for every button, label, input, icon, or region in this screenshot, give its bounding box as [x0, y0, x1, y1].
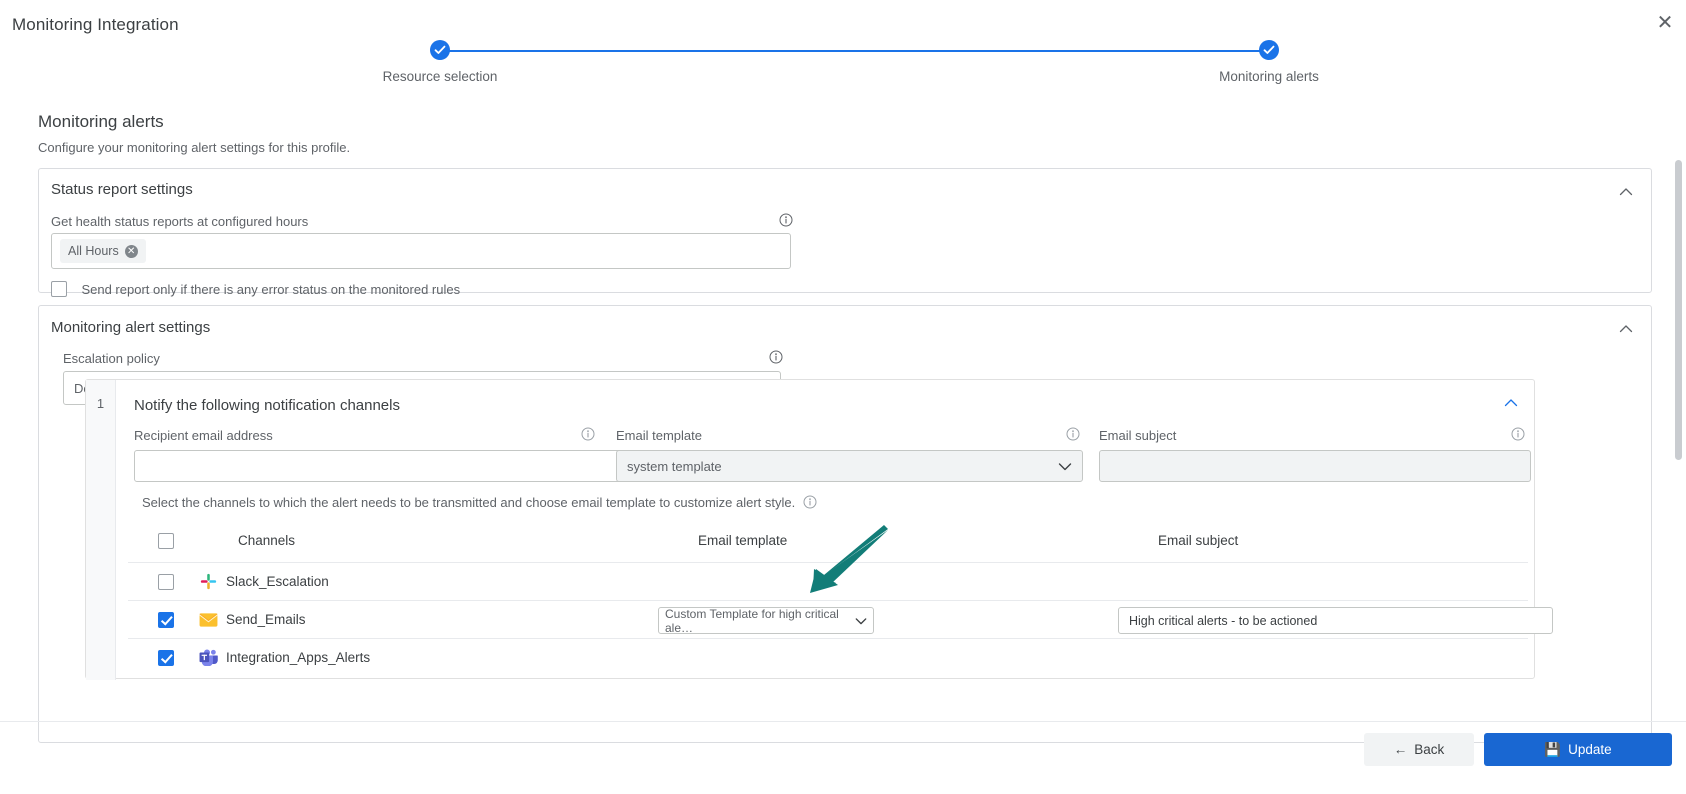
configured-hours-input[interactable]: All Hours ✕ [51, 233, 791, 269]
footer-divider [0, 721, 1686, 722]
configured-hours-label: Get health status reports at configured … [51, 214, 309, 229]
row-checkbox[interactable] [158, 612, 174, 628]
row-checkbox[interactable] [158, 650, 174, 666]
status-report-settings-card: Status report settings Get health status… [38, 168, 1652, 297]
wizard-stepper: Resource selection Monitoring alerts [0, 40, 1686, 90]
column-header-channels: Channels [238, 533, 296, 548]
escalation-policy-label: Escalation policy [63, 351, 160, 366]
info-icon[interactable] [1511, 427, 1525, 441]
hours-chip-label: All Hours [68, 244, 119, 258]
chevron-down-icon [1058, 463, 1072, 471]
info-icon[interactable] [581, 427, 595, 441]
table-row[interactable]: Integration_Apps_Alerts [128, 638, 1528, 676]
row-checkbox[interactable] [158, 574, 174, 590]
error-only-checkbox-row[interactable]: Send report only if there is any error s… [51, 281, 460, 299]
hours-chip: All Hours ✕ [60, 239, 146, 263]
save-icon: 💾 [1544, 741, 1562, 757]
update-button[interactable]: 💾 Update [1484, 733, 1672, 766]
error-only-checkbox[interactable] [51, 281, 67, 297]
step-complete-check-icon [430, 40, 450, 60]
close-icon[interactable]: ✕ [1652, 10, 1678, 36]
row-email-subject-input[interactable]: High critical alerts - to be actioned [1118, 607, 1553, 634]
channel-name: Integration_Apps_Alerts [226, 650, 371, 665]
gmail-icon [199, 613, 218, 632]
chip-remove-icon[interactable]: ✕ [124, 244, 138, 258]
annotation-arrow-icon [810, 525, 888, 593]
info-icon[interactable] [769, 350, 783, 364]
email-template-label: Email template [616, 428, 702, 443]
row-email-template-value: Custom Template for high critical ale… [665, 606, 839, 635]
info-icon[interactable] [1066, 427, 1080, 441]
vertical-scrollbar[interactable] [1675, 160, 1684, 720]
email-template-value: system template [627, 458, 722, 474]
scrollbar-thumb[interactable] [1675, 160, 1682, 460]
notify-channels-title: Notify the following notification channe… [134, 397, 400, 414]
notify-step-number: 1 [86, 380, 116, 680]
row-email-template-select[interactable]: Custom Template for high critical ale… [658, 606, 874, 635]
stepper-connector-line [440, 50, 1269, 52]
email-subject-input[interactable] [1099, 450, 1531, 482]
chevron-up-icon[interactable] [1502, 394, 1520, 412]
page-title: Monitoring Integration [12, 15, 179, 34]
arrow-left-icon: ← [1393, 742, 1408, 757]
error-only-label: Send report only if there is any error s… [81, 282, 461, 297]
chevron-down-icon [855, 618, 867, 625]
chevron-up-icon[interactable] [1617, 183, 1635, 201]
column-header-email-subject: Email subject [1158, 533, 1239, 548]
section-title: Monitoring alerts [38, 112, 164, 131]
stepper-step-resource-selection[interactable]: Resource selection [320, 40, 560, 84]
status-report-settings-title: Status report settings [51, 181, 193, 198]
step-complete-check-icon [1259, 40, 1279, 60]
select-all-checkbox[interactable] [158, 533, 174, 549]
channels-helper-text: Select the channels to which the alert n… [142, 495, 817, 510]
stepper-step-monitoring-alerts[interactable]: Monitoring alerts [1149, 40, 1389, 84]
recipient-email-input[interactable] [134, 450, 622, 482]
monitoring-integration-dialog: Monitoring Integration ✕ Resource select… [0, 0, 1686, 794]
stepper-step-label: Monitoring alerts [1219, 69, 1319, 84]
stepper-step-label: Resource selection [382, 69, 498, 84]
channel-name: Send_Emails [226, 612, 306, 627]
email-subject-label: Email subject [1099, 428, 1177, 443]
email-template-select[interactable]: system template [616, 450, 1083, 482]
slack-icon [200, 573, 217, 595]
back-button[interactable]: ← Back [1364, 733, 1474, 766]
info-icon[interactable] [803, 495, 817, 509]
table-row[interactable]: Send_Emails Custom Template for high cri… [128, 600, 1553, 638]
row-email-subject-value: High critical alerts - to be actioned [1129, 613, 1318, 628]
channels-helper-text-label: Select the channels to which the alert n… [142, 495, 796, 510]
section-subtitle: Configure your monitoring alert settings… [38, 140, 351, 155]
update-button-label: Update [1568, 742, 1612, 757]
column-header-email-template: Email template [698, 533, 788, 548]
monitoring-alert-settings-title: Monitoring alert settings [51, 319, 211, 336]
info-icon[interactable] [779, 213, 793, 227]
channel-name: Slack_Escalation [226, 574, 329, 589]
recipient-email-label: Recipient email address [134, 428, 273, 443]
monitoring-alert-settings-card: Monitoring alert settings Escalation pol… [38, 305, 1652, 743]
teams-icon [199, 649, 218, 671]
chevron-up-icon[interactable] [1617, 320, 1635, 338]
back-button-label: Back [1414, 742, 1445, 757]
